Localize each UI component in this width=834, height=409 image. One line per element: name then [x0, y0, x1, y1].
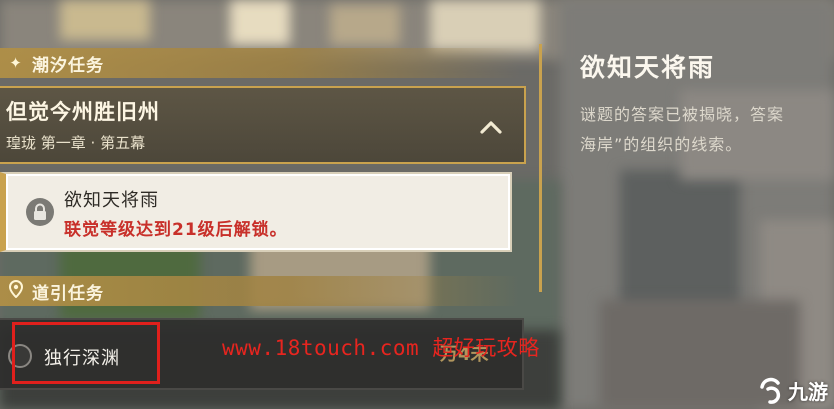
section-header-tide-quests: ✦ 潮汐任务 — [0, 48, 520, 78]
quest-chapter-title: 但觉今州胜旧州 — [6, 100, 160, 124]
sub-quest-item[interactable]: 欲知天将雨 联觉等级达到21级后解锁。 — [0, 172, 512, 252]
quest-chapter-subtitle: 瑝珑 第一章 · 第五幕 — [6, 134, 146, 152]
detail-description: 谜题的答案已被揭晓，答案 海岸”的组织的线索。 — [580, 105, 785, 154]
sub-quest-name: 欲知天将雨 — [64, 190, 159, 211]
quest-chapter-card[interactable]: 但觉今州胜旧州 瑝珑 第一章 · 第五幕 — [0, 86, 526, 164]
site-logo: 九游 — [756, 375, 828, 405]
collapse-button[interactable] — [478, 116, 504, 138]
logo-text: 九游 — [788, 379, 828, 404]
nine-games-logo-icon — [760, 377, 781, 404]
location-pin-icon — [6, 279, 26, 302]
watermark: www.18touch.com 超好玩攻略 — [222, 332, 540, 362]
sparkle-icon: ✦ — [9, 54, 23, 72]
watermark-text: 超好玩攻略 — [432, 336, 540, 360]
chevron-up-icon — [480, 121, 502, 134]
detail-title: 欲知天将雨 — [580, 53, 716, 82]
section-header-guide-quests: 道引任务 — [0, 276, 520, 306]
guide-quest-highlight-box — [12, 322, 160, 384]
watermark-url: www.18touch.com — [222, 336, 420, 360]
panel-divider — [539, 44, 542, 292]
section-label-guide: 道引任务 — [32, 283, 104, 304]
section-label-tide: 潮汐任务 — [32, 55, 104, 76]
lock-icon — [26, 198, 54, 226]
sub-quest-lock-message: 联觉等级达到21级后解锁。 — [64, 220, 288, 240]
